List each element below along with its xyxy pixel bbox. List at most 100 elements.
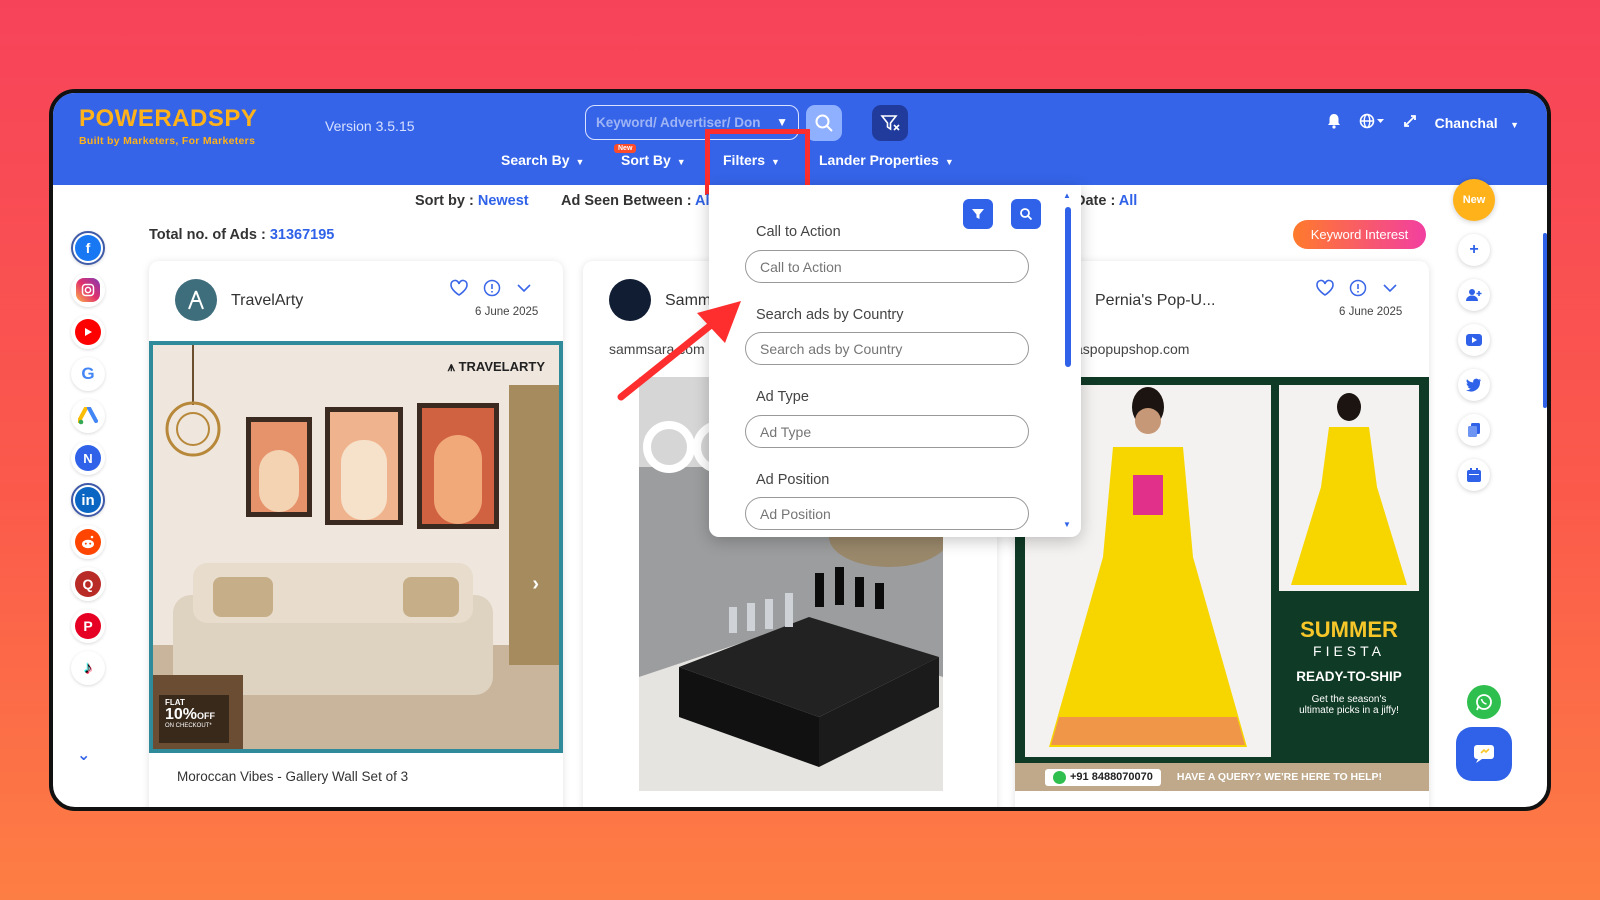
header-tools: Chanchal ▼ [1327, 113, 1519, 134]
card-actions [449, 279, 533, 302]
ad-creative[interactable]: ⩚ TRAVELARTY FLAT 10%OFF ON CHECKOUT* › [149, 341, 563, 753]
whatsapp-icon[interactable] [1467, 685, 1501, 719]
total-ads: Total no. of Ads : 31367195 [149, 227, 334, 243]
promo-subtext: ON CHECKOUT* [165, 723, 212, 729]
ad-caption: Moroccan Vibes - Gallery Wall Set of 3 [177, 769, 409, 784]
google-ads-icon[interactable] [71, 399, 105, 433]
whatsapp-number: +91 8488070070 [1045, 768, 1161, 786]
caret-down-icon: ▼ [944, 157, 954, 167]
tiktok-icon[interactable]: ♪ [71, 651, 105, 685]
filters-scrollbar[interactable]: ▲ ▼ [1063, 191, 1071, 529]
reddit-icon[interactable] [71, 525, 105, 559]
brand-watermark: ⩚ TRAVELARTY [447, 359, 545, 374]
ad-date: 6 June 2025 [475, 306, 539, 318]
info-icon[interactable] [1349, 279, 1367, 302]
ad-seen-label: Ad Seen Between : [561, 193, 692, 209]
heart-icon[interactable] [449, 279, 469, 302]
brand-mark-text: TRAVELARTY [458, 359, 545, 374]
chevron-down-icon[interactable] [1381, 279, 1399, 302]
ad-date: 6 June 2025 [1339, 306, 1403, 318]
youtube-icon[interactable] [1458, 324, 1490, 356]
ad-creative-image [153, 345, 559, 749]
chevron-down-icon[interactable] [515, 279, 533, 302]
filter-clear-icon [880, 115, 900, 131]
lander-properties-label: Lander Properties [819, 152, 939, 168]
bell-icon[interactable] [1327, 113, 1341, 134]
top-navigation-bar: POWERADSPY Built by Marketers, For Marke… [53, 93, 1547, 195]
user-menu[interactable]: Chanchal ▼ [1435, 115, 1519, 133]
search-by-dropdown[interactable]: Search By ▼ [501, 152, 584, 168]
heart-icon[interactable] [1315, 279, 1335, 302]
total-ads-label: Total no. of Ads : [149, 227, 266, 243]
add-user-icon[interactable] [1458, 279, 1490, 311]
country-input[interactable] [745, 332, 1029, 365]
sort-summary[interactable]: Sort by : Newest [415, 193, 529, 209]
card-actions [1315, 279, 1399, 302]
ad-body-line-2: ultimate picks in a jiffy! [1299, 705, 1399, 716]
search-button[interactable] [806, 105, 842, 141]
ad-body-line-1: Get the season's [1311, 694, 1387, 705]
advertiser-avatar[interactable] [175, 279, 217, 321]
facebook-icon[interactable]: f [71, 231, 105, 265]
apply-filter-button[interactable] [963, 199, 993, 229]
linkedin-icon[interactable]: in [71, 483, 105, 517]
google-icon[interactable]: G [71, 357, 105, 391]
sort-by-text: Sort by : [415, 193, 474, 209]
carousel-next-icon[interactable]: › [532, 573, 539, 596]
promo-percent: 10% [165, 706, 198, 723]
user-name: Chanchal [1434, 114, 1498, 131]
version-label: Version 3.5.15 [325, 118, 415, 134]
country-label: Search ads by Country [756, 307, 904, 323]
ad-tagline: READY-TO-SHIP [1296, 669, 1402, 684]
fullscreen-icon[interactable] [1403, 114, 1417, 133]
right-action-rail: New + [1453, 179, 1495, 491]
chat-button[interactable] [1456, 727, 1512, 781]
filter-icon [972, 209, 984, 219]
ad-type-input[interactable] [745, 415, 1029, 448]
quora-icon[interactable]: Q [71, 567, 105, 601]
chevron-down-icon[interactable]: ▼ [776, 115, 788, 129]
page-scrollbar[interactable] [1543, 233, 1547, 408]
sort-by-value: Newest [477, 193, 529, 209]
youtube-icon[interactable] [71, 315, 105, 349]
ad-seen-between[interactable]: Ad Seen Between : Al [561, 193, 710, 209]
filters-dropdown-panel: Call to Action Search ads by Country Ad … [709, 185, 1081, 537]
advertiser-domain[interactable]: aspopupshop.com [1075, 341, 1189, 357]
keyword-interest-button[interactable]: Keyword Interest [1293, 220, 1426, 249]
card-header: TravelArty 6 June 2025 [149, 261, 563, 339]
date-filter-summary[interactable]: Date : All [1075, 193, 1137, 209]
scroll-thumb[interactable] [1065, 207, 1071, 367]
search-icon [1020, 208, 1033, 221]
scroll-down-icon[interactable]: ▼ [1063, 520, 1071, 529]
ad-card[interactable]: TravelArty 6 June 2025 ⩚ TRAVELARTY FLAT… [149, 261, 563, 807]
whatsapp-icon [1053, 770, 1066, 784]
globe-icon[interactable] [1359, 113, 1385, 134]
calendar-icon[interactable] [1458, 459, 1490, 491]
new-feature-button[interactable]: New [1453, 179, 1495, 221]
phone-number: +91 8488070070 [1070, 771, 1153, 783]
sort-by-dropdown[interactable]: Sort By ▼ [621, 152, 686, 168]
info-icon[interactable] [483, 279, 501, 302]
call-to-action-input[interactable] [745, 250, 1029, 283]
ad-text-overlay: SUMMER FIESTA READY-TO-SHIP Get the seas… [1279, 599, 1419, 716]
instagram-icon[interactable] [71, 273, 105, 307]
add-icon[interactable]: + [1458, 234, 1490, 266]
clear-filter-button[interactable] [872, 105, 908, 141]
lander-properties-dropdown[interactable]: Lander Properties ▼ [819, 152, 954, 168]
twitter-icon[interactable] [1458, 369, 1490, 401]
advertiser-name[interactable]: TravelArty [231, 292, 303, 310]
native-icon[interactable]: N [71, 441, 105, 475]
copy-icon[interactable] [1458, 414, 1490, 446]
sort-by-label: Sort By [621, 152, 671, 168]
ad-position-input[interactable] [745, 497, 1029, 530]
ad-contact-strip: +91 8488070070 HAVE A QUERY? WE'RE HERE … [1015, 763, 1429, 791]
ad-headline: SUMMER [1300, 617, 1398, 642]
scroll-up-icon[interactable]: ▲ [1063, 191, 1071, 200]
filter-search-button[interactable] [1011, 199, 1041, 229]
promo-badge: FLAT 10%OFF ON CHECKOUT* [159, 695, 229, 743]
chevron-down-icon[interactable]: ⌄ [77, 745, 90, 765]
logo[interactable]: POWERADSPY Built by Marketers, For Marke… [79, 105, 257, 147]
promo-off: OFF [197, 711, 216, 721]
advertiser-name[interactable]: Pernia's Pop-U... [1095, 292, 1215, 310]
pinterest-icon[interactable]: P [71, 609, 105, 643]
